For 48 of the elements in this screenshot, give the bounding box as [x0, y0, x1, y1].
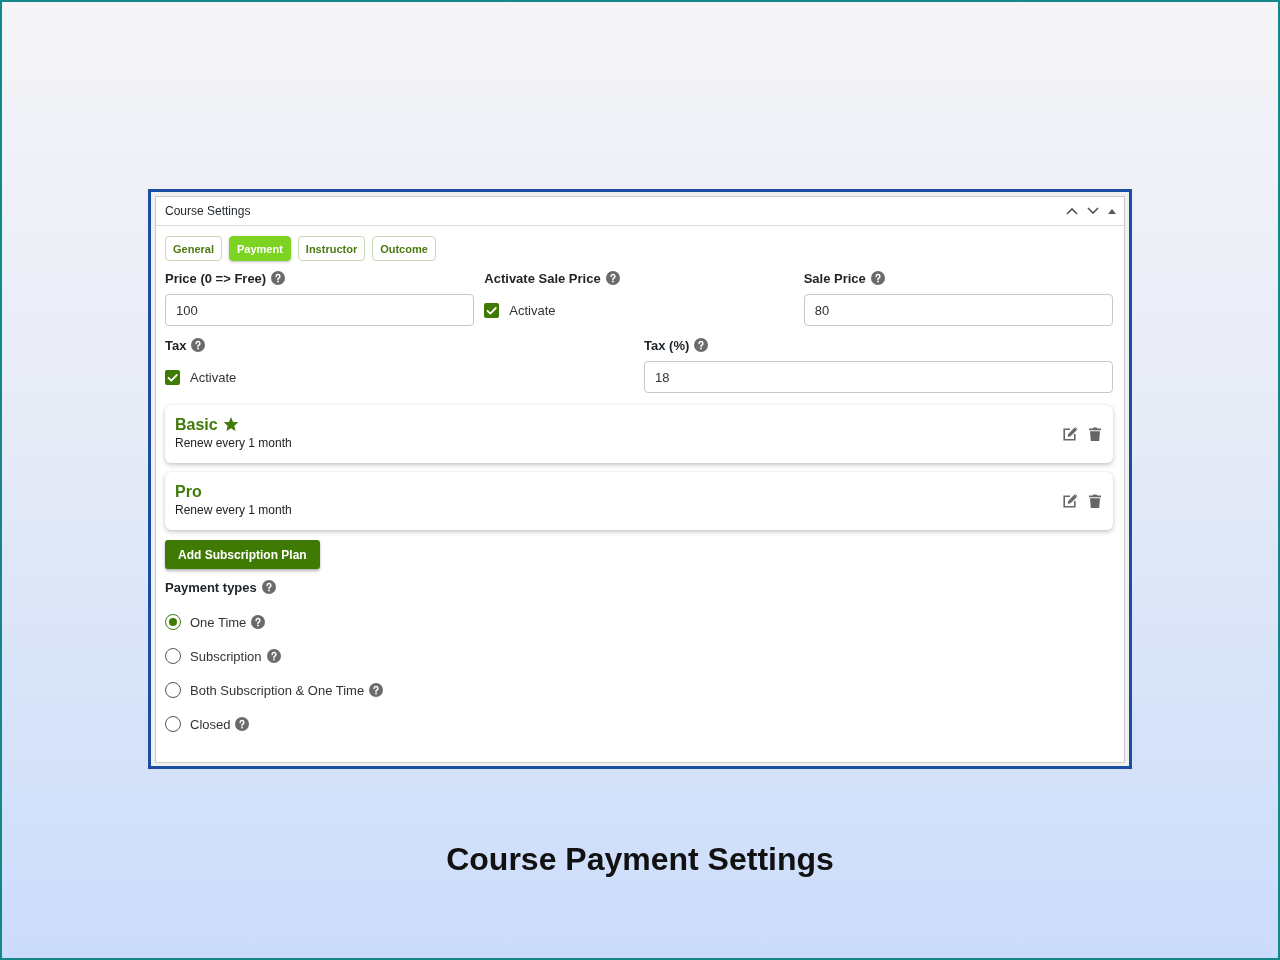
panel-title: Course Settings — [165, 204, 251, 218]
field-label: Activate Sale Price — [484, 270, 601, 286]
triangle-up-icon[interactable] — [1108, 208, 1116, 214]
radio-button[interactable] — [165, 716, 181, 732]
chevron-up-icon[interactable] — [1066, 207, 1078, 215]
plan-renewal: Renew every 1 month — [175, 436, 292, 450]
caption-title: Course Payment Settings — [446, 840, 834, 879]
field-label: Tax (%) — [644, 337, 690, 353]
help-icon — [369, 683, 384, 697]
checkbox[interactable] — [484, 302, 500, 318]
help-icon — [694, 338, 709, 352]
trash-icon[interactable] — [1089, 427, 1101, 441]
tab[interactable]: Instructor — [297, 236, 366, 261]
radio-button[interactable] — [165, 648, 181, 664]
tab[interactable]: Outcome — [372, 236, 436, 261]
field-label: Price (0 => Free) — [165, 270, 267, 286]
help-icon — [870, 271, 885, 285]
radio-button[interactable] — [165, 682, 181, 698]
plan-renewal: Renew every 1 month — [175, 503, 292, 517]
edit-icon[interactable] — [1063, 427, 1078, 441]
radio-label[interactable]: Closed — [190, 716, 231, 732]
tab[interactable]: General — [165, 236, 222, 261]
text-input[interactable]: 18 — [644, 361, 1113, 393]
edit-icon[interactable] — [1063, 494, 1078, 508]
help-icon — [605, 271, 620, 285]
checkbox-label[interactable]: Activate — [190, 369, 237, 385]
plan-name: Pro — [175, 482, 202, 501]
text-input[interactable]: 100 — [165, 294, 475, 326]
field-label: Sale Price — [803, 270, 866, 286]
add-plan-button[interactable]: Add Subscription Plan — [165, 540, 320, 569]
help-icon — [271, 271, 286, 285]
radio-label[interactable]: Both Subscription & One Time — [190, 682, 365, 698]
help-icon — [191, 338, 206, 352]
checkbox[interactable] — [165, 369, 180, 385]
radio-label[interactable]: Subscription — [190, 648, 262, 664]
help-icon — [235, 717, 250, 731]
help-icon — [251, 615, 266, 629]
radio-label[interactable]: One Time — [190, 614, 247, 630]
chevron-down-icon[interactable] — [1087, 207, 1099, 215]
checkbox-label[interactable]: Activate — [509, 302, 556, 318]
plan-name: Basic — [175, 415, 218, 434]
field-label: Payment types — [165, 579, 257, 595]
help-icon — [266, 649, 281, 663]
trash-icon[interactable] — [1089, 494, 1101, 508]
text-input[interactable]: 80 — [803, 294, 1113, 326]
help-icon — [261, 580, 276, 594]
radio-button[interactable] — [165, 614, 181, 630]
field-label: Tax — [165, 337, 187, 353]
